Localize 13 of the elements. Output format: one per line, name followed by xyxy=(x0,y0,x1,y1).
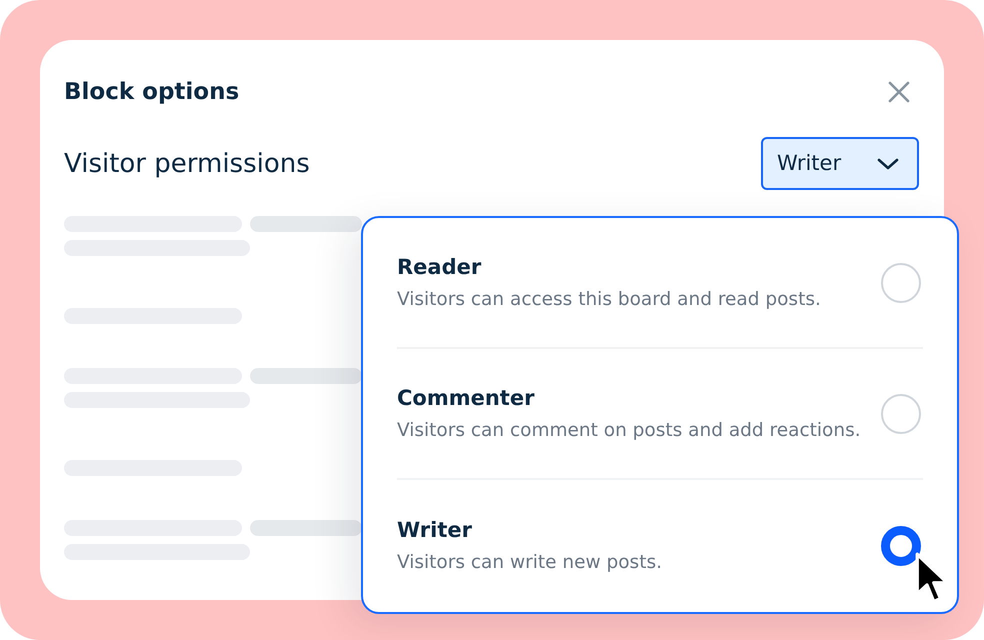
permission-label: Visitor permissions xyxy=(64,148,310,180)
close-button[interactable] xyxy=(887,80,911,104)
option-description: Visitors can write new posts. xyxy=(397,550,662,574)
radio-button[interactable] xyxy=(881,526,921,566)
chevron-down-icon xyxy=(877,158,899,170)
dialog-title: Block options xyxy=(64,78,240,107)
close-icon xyxy=(887,80,911,104)
option-description: Visitors can comment on posts and add reactions. xyxy=(397,418,861,442)
option-title[interactable]: Writer xyxy=(397,516,662,542)
option-title[interactable]: Commenter xyxy=(397,384,861,410)
role-dropdown[interactable]: Writer xyxy=(761,137,919,190)
option-description: Visitors can access this board and read posts. xyxy=(397,288,821,312)
option-title[interactable]: Reader xyxy=(397,254,821,280)
